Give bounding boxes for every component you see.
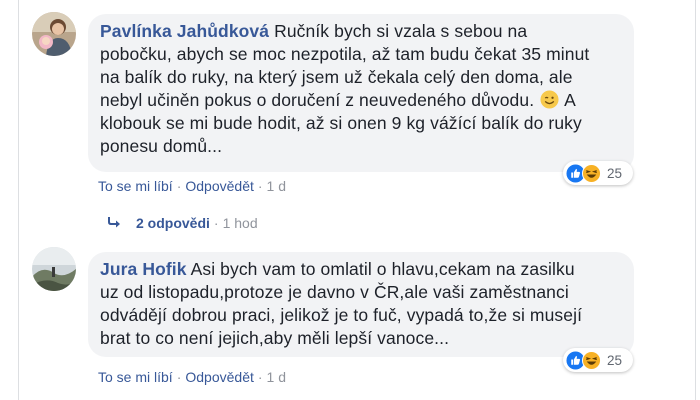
comment-text: pobočku, abych se moc nezpotila, až tam …	[100, 44, 590, 64]
comment-first-line: Jura Hofik Asi bych vam to omlatil o hla…	[100, 258, 622, 281]
comment-text: brat to co není jejich,aby měli lepší va…	[100, 328, 450, 348]
comment-text: na balík do ruky, na který jsem už čekal…	[100, 67, 573, 87]
thread-right-border	[695, 0, 696, 400]
comment-text: ponesu domů...	[100, 136, 223, 156]
comment-bubble: Jura Hofik Asi bych vam to omlatil o hla…	[88, 252, 634, 357]
reactions-summary[interactable]: 25	[563, 348, 633, 372]
comment-bubble: Pavlínka Jahůdková Ručník bych si vzala …	[88, 14, 634, 172]
separator: ·	[213, 215, 219, 231]
thread-left-border	[18, 0, 19, 400]
comment-actions: To se mi líbí · Odpovědět · 1 d	[98, 369, 286, 385]
comment-text: Ručník bych si vzala s sebou na	[274, 21, 528, 41]
like-link[interactable]: To se mi líbí	[98, 178, 173, 194]
like-link[interactable]: To se mi líbí	[98, 369, 173, 385]
reply-link[interactable]: Odpovědět	[185, 178, 254, 194]
comment-timestamp[interactable]: 1 d	[267, 369, 286, 385]
comment-text: odvádějí dobrou praci, jelikož je to fuč…	[100, 305, 583, 325]
comment-text: nebyl učiněn pokus o doručení z neuveden…	[100, 90, 535, 110]
comment-author[interactable]: Jura Hofik	[100, 259, 187, 279]
comment-text: klobouk se mi bude hodit, až si onen 9 k…	[100, 113, 582, 133]
comment-timestamp[interactable]: 1 d	[267, 178, 286, 194]
separator: ·	[257, 369, 263, 385]
haha-icon	[582, 163, 601, 183]
comment-text: Asi bych vam to omlatil o hlavu,cekam na…	[190, 259, 575, 279]
replies-timestamp: 1 hod	[222, 215, 258, 231]
comment-first-line: Pavlínka Jahůdková Ručník bych si vzala …	[100, 20, 622, 43]
avatar[interactable]	[32, 12, 76, 56]
comment-author[interactable]: Pavlínka Jahůdková	[100, 21, 269, 41]
avatar[interactable]	[32, 247, 76, 291]
comment-text: A	[564, 90, 576, 110]
comment-actions: To se mi líbí · Odpovědět · 1 d	[98, 178, 286, 194]
smile-emoji-icon	[540, 90, 559, 109]
comment-text-line: nebyl učiněn pokus o doručení z neuveden…	[100, 89, 622, 112]
separator: ·	[176, 369, 182, 385]
reaction-count: 25	[607, 165, 623, 181]
comment-text: uz od listopadu,protoze je davno v ČR,al…	[100, 282, 569, 302]
haha-icon	[582, 350, 601, 370]
reaction-count: 25	[607, 352, 623, 368]
separator: ·	[176, 178, 182, 194]
separator: ·	[257, 178, 263, 194]
reply-link[interactable]: Odpovědět	[185, 369, 254, 385]
reply-arrow-icon	[108, 215, 122, 231]
reactions-summary[interactable]: 25	[563, 161, 633, 185]
view-replies-link[interactable]: 2 odpovědi · 1 hod	[108, 215, 258, 231]
replies-count[interactable]: 2 odpovědi	[136, 215, 210, 231]
